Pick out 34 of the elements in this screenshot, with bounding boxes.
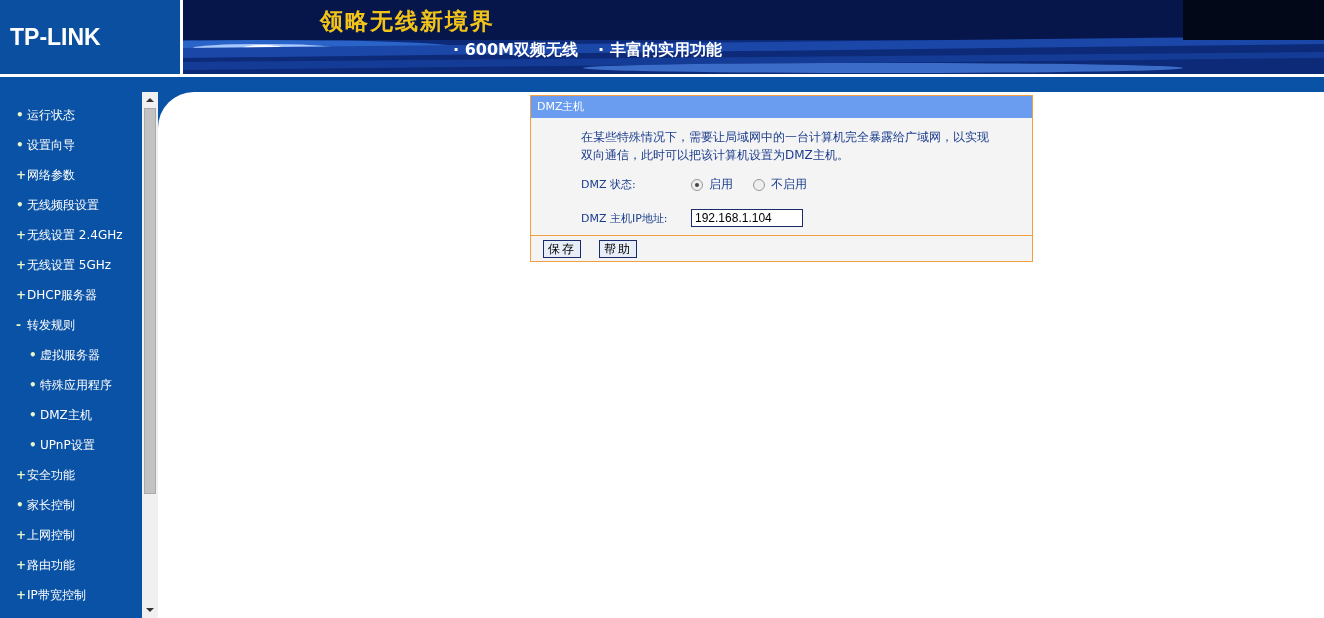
menu-item[interactable]: +上网控制 <box>0 520 142 550</box>
menu-item[interactable]: • 无线频段设置 <box>0 190 142 220</box>
submenu-item[interactable]: • 特殊应用程序 <box>0 370 142 400</box>
menu-item[interactable]: +无线设置 2.4GHz <box>0 220 142 250</box>
button[interactable]: 保存 <box>543 240 581 258</box>
menu-item[interactable]: • 运行状态 <box>0 100 142 130</box>
submenu-item[interactable]: • 虚拟服务器 <box>0 340 142 370</box>
menu-item[interactable]: +无线设置 5GHz <box>0 250 142 280</box>
menu-item[interactable]: • 家长控制 <box>0 490 142 520</box>
menu-item[interactable]: +路由功能 <box>0 550 142 580</box>
banner-slogan: 领略无线新境界 <box>320 7 495 36</box>
banner-feature: · 600M双频无线 <box>453 40 578 61</box>
description: 在某些特殊情况下，需要让局域网中的一台计算机完全暴露给广域网，以实现双向通信，此时可以把该计算机设置为DMZ主机。 <box>581 129 990 164</box>
input-field[interactable]: 192.168.1.104 <box>691 209 803 227</box>
menu-item[interactable]: - 转发规则 <box>0 310 142 340</box>
panel-title: DMZ主机 <box>531 96 1032 118</box>
menu-item[interactable]: +DHCP服务器 <box>0 280 142 310</box>
submenu-item[interactable]: • UPnP设置 <box>0 430 142 460</box>
radio-button[interactable] <box>691 178 703 191</box>
menu-item[interactable]: +安全功能 <box>0 460 142 490</box>
button[interactable]: 帮助 <box>599 240 637 258</box>
field-label: DMZ 状态: <box>581 177 637 192</box>
radio-label: 不启用 <box>771 176 807 193</box>
field-label: DMZ 主机IP地址: <box>581 210 669 226</box>
menu-item[interactable]: • 设置向导 <box>0 130 142 160</box>
submenu-item[interactable]: • DMZ主机 <box>0 400 142 430</box>
radio-button[interactable] <box>753 178 765 191</box>
logo: TP-LINK <box>10 23 101 51</box>
scrollbar[interactable] <box>142 92 158 618</box>
scrollbar-thumb[interactable] <box>144 108 156 494</box>
banner-feature: · 丰富的实用功能 <box>597 40 722 61</box>
menu-item[interactable]: +IP带宽控制 <box>0 580 142 610</box>
radio-label: 启用 <box>709 176 733 193</box>
menu-item[interactable]: +网络参数 <box>0 160 142 190</box>
